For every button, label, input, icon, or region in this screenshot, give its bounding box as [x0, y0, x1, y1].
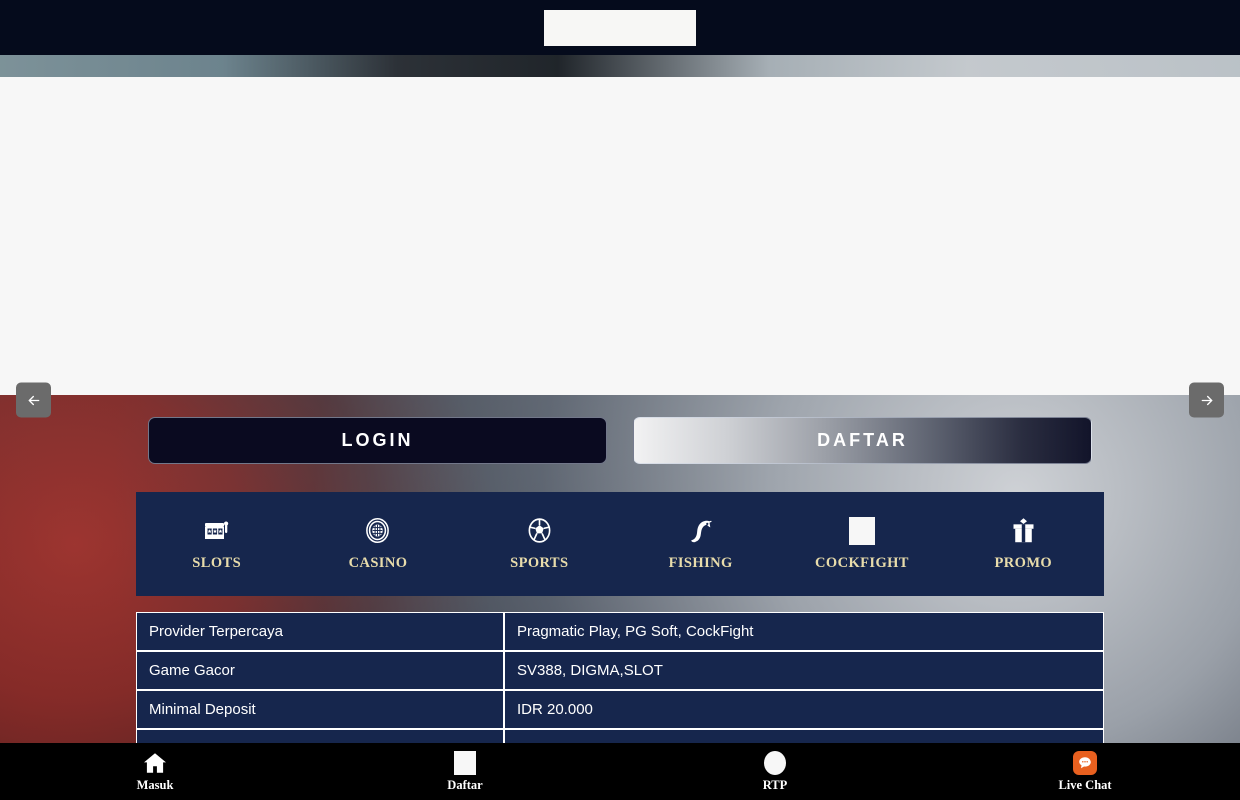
soccer-ball-icon [525, 517, 553, 545]
table-row: Game Gacor SV388, DIGMA,SLOT [136, 651, 1104, 690]
table-cell-key: Minimal Deposit [136, 690, 504, 729]
gift-box-icon [1009, 517, 1037, 545]
carousel-next-button[interactable] [1189, 382, 1224, 418]
broken-image-icon [454, 750, 476, 775]
category-label: COCKFIGHT [815, 554, 909, 571]
broken-image-icon [848, 516, 875, 545]
site-logo[interactable] [544, 9, 696, 46]
table-cell-value: Pragmatic Play, PG Soft, CockFight [504, 612, 1104, 651]
category-label: CASINO [348, 554, 408, 571]
category-casino[interactable]: CASINO [297, 492, 458, 596]
table-row: Minimal Deposit IDR 20.000 [136, 690, 1104, 729]
carousel-slide[interactable] [0, 77, 1240, 395]
home-icon [143, 751, 167, 775]
arrow-right-icon [1199, 392, 1215, 408]
category-sports[interactable]: SPORTS [459, 492, 620, 596]
nav-item-rtp[interactable]: RTP [620, 743, 930, 800]
auth-button-row: LOGIN DAFTAR [148, 417, 1092, 464]
register-button[interactable]: DAFTAR [633, 417, 1092, 464]
carousel-prev-button[interactable] [16, 382, 51, 418]
category-label: SLOTS [192, 554, 242, 571]
nav-item-masuk[interactable]: Masuk [0, 743, 310, 800]
nav-label: Masuk [136, 777, 174, 792]
page-root: LOGIN DAFTAR SLOTS CASINO SPORTS FISHING… [0, 0, 1240, 800]
nav-label: Daftar [447, 777, 483, 792]
circle-icon [764, 750, 786, 775]
category-label: SPORTS [510, 554, 569, 571]
bottom-navigation: Masuk Daftar RTP Live Chat [0, 743, 1240, 800]
background-top-strip [0, 55, 1240, 77]
casino-chip-icon [364, 517, 392, 545]
chat-badge [1073, 750, 1097, 775]
slot-machine-icon [203, 517, 231, 545]
category-promo[interactable]: PROMO [943, 492, 1104, 596]
table-cell-key: Provider Terpercaya [136, 612, 504, 651]
promo-carousel [0, 77, 1240, 395]
table-row: Provider Terpercaya Pragmatic Play, PG S… [136, 612, 1104, 651]
nav-item-live-chat[interactable]: Live Chat [930, 743, 1240, 800]
category-label: PROMO [994, 554, 1053, 571]
game-category-panel: SLOTS CASINO SPORTS FISHING COCKFIGHT PR… [136, 492, 1104, 596]
category-slots[interactable]: SLOTS [136, 492, 297, 596]
table-cell-value: SV388, DIGMA,SLOT [504, 651, 1104, 690]
arrow-left-icon [26, 392, 42, 408]
table-cell-value: IDR 20.000 [504, 690, 1104, 729]
category-cockfight[interactable]: COCKFIGHT [781, 492, 942, 596]
fish-icon [687, 517, 715, 545]
category-label: FISHING [668, 554, 733, 571]
chat-bubble-icon [1073, 750, 1097, 775]
nav-label: Live Chat [1058, 777, 1112, 792]
nav-label: RTP [762, 777, 788, 792]
site-header [0, 0, 1240, 55]
table-cell-key: Game Gacor [136, 651, 504, 690]
login-button[interactable]: LOGIN [148, 417, 607, 464]
nav-item-daftar[interactable]: Daftar [310, 743, 620, 800]
category-fishing[interactable]: FISHING [620, 492, 781, 596]
